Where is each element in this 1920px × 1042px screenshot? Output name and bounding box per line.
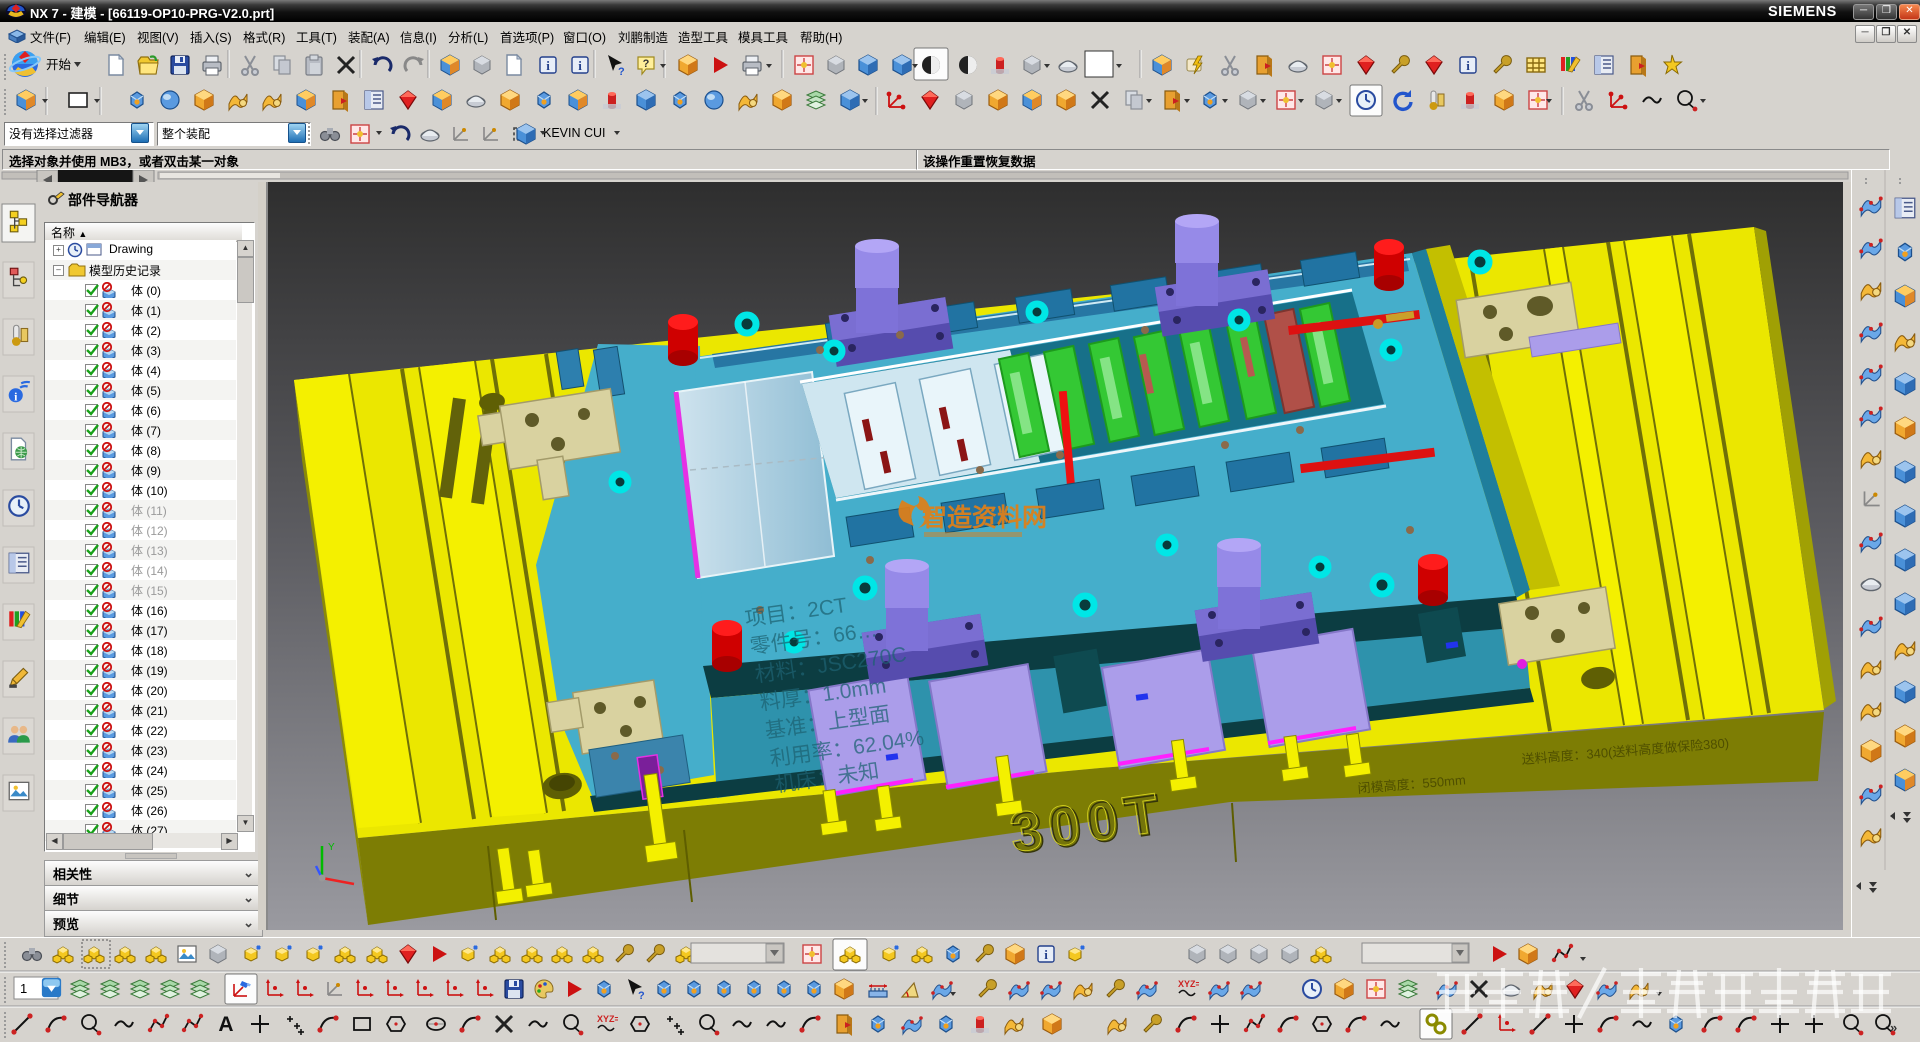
svg-text:开始: 开始 xyxy=(46,58,72,72)
svg-text:智造资料网: 智造资料网 xyxy=(922,503,1047,532)
svg-text:1: 1 xyxy=(20,981,27,996)
svg-text:Y: Y xyxy=(328,842,335,853)
